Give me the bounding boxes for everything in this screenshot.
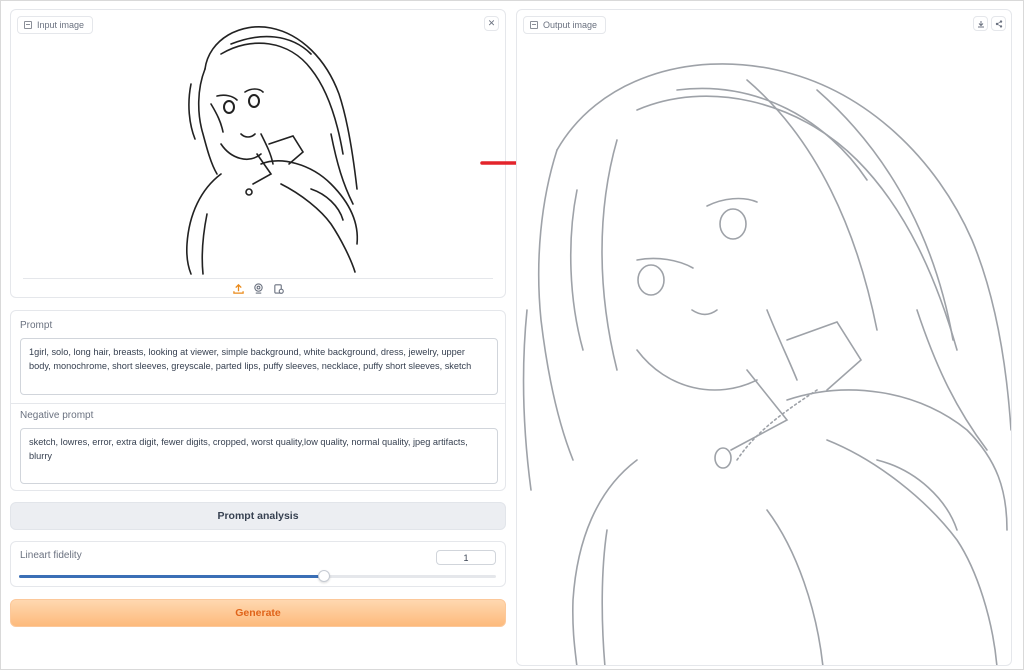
close-icon[interactable]: ✕ bbox=[484, 16, 499, 31]
input-image-label: Input image bbox=[37, 20, 85, 30]
lineart-fidelity-number-input[interactable]: 1 bbox=[436, 550, 496, 565]
prompt-panel: Prompt 1girl, solo, long hair, breasts, … bbox=[10, 310, 506, 491]
negative-prompt-label: Negative prompt bbox=[20, 410, 94, 421]
clipboard-icon[interactable] bbox=[272, 282, 284, 294]
input-image-label-chip: Input image bbox=[17, 16, 94, 34]
lineart-fidelity-slider[interactable] bbox=[19, 570, 496, 582]
lineart-fidelity-panel: Lineart fidelity 1 bbox=[10, 541, 506, 587]
output-image-label-chip: Output image bbox=[523, 16, 607, 34]
webcam-icon[interactable] bbox=[252, 282, 264, 294]
input-image-panel[interactable]: Input image ✕ bbox=[10, 9, 506, 298]
download-icon[interactable] bbox=[973, 16, 988, 31]
slider-thumb[interactable] bbox=[318, 570, 331, 582]
lineart-fidelity-label: Lineart fidelity bbox=[20, 550, 82, 561]
input-divider bbox=[23, 278, 493, 279]
prompt-textarea[interactable]: 1girl, solo, long hair, breasts, looking… bbox=[20, 338, 498, 395]
slider-fill bbox=[19, 575, 325, 578]
generate-button[interactable]: Generate bbox=[10, 599, 506, 627]
image-source-toolbar bbox=[11, 282, 505, 294]
negative-prompt-textarea[interactable]: sketch, lowres, error, extra digit, fewe… bbox=[20, 428, 498, 484]
prompt-analysis-button[interactable]: Prompt analysis bbox=[10, 502, 506, 530]
image-icon bbox=[24, 21, 32, 29]
upload-icon[interactable] bbox=[232, 282, 244, 294]
output-image-panel: Output image bbox=[516, 9, 1012, 666]
output-lineart-image bbox=[522, 63, 1011, 665]
share-icon[interactable] bbox=[991, 16, 1006, 31]
input-sketch-image bbox=[186, 26, 359, 275]
app-frame: Input image ✕ Prompt 1girl, solo, long h… bbox=[0, 0, 1024, 670]
prompt-label: Prompt bbox=[20, 320, 53, 331]
output-image-label: Output image bbox=[543, 20, 598, 30]
prompt-divider bbox=[11, 403, 505, 404]
image-icon bbox=[530, 21, 538, 29]
